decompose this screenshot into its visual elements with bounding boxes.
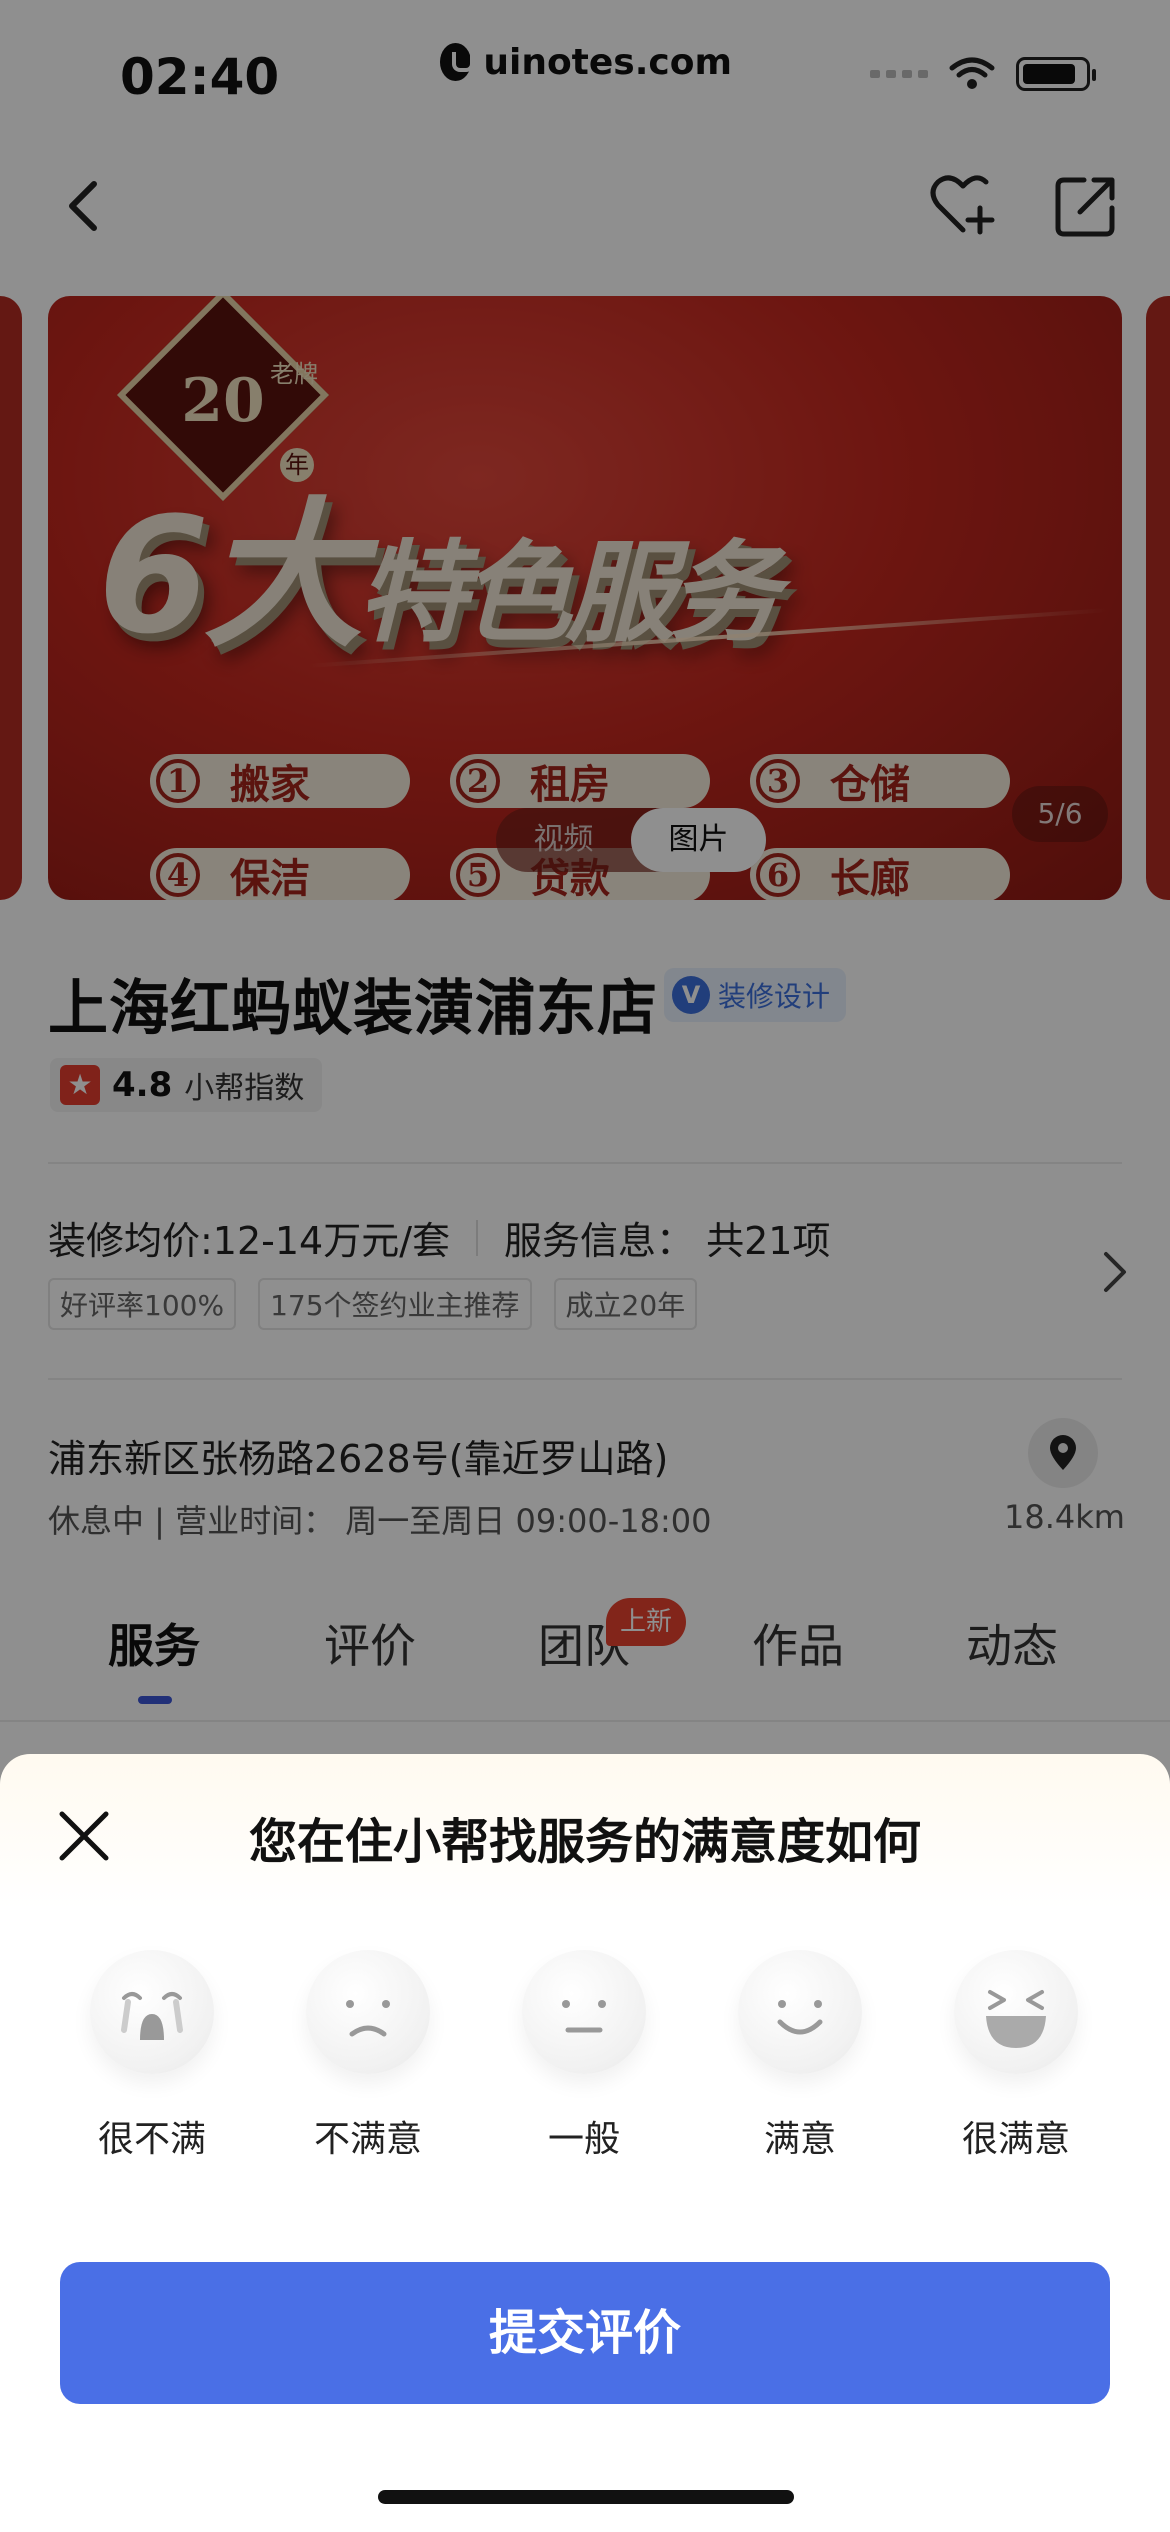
submit-rating-button[interactable]: 提交评价: [60, 2262, 1110, 2404]
neutral-face-icon: [522, 1950, 646, 2074]
frown-face-icon: [306, 1950, 430, 2074]
rating-option-very-dissatisfied[interactable]: 很不满: [52, 1950, 252, 2162]
crying-face-icon: [90, 1950, 214, 2074]
rating-option-neutral[interactable]: 一般: [484, 1950, 684, 2162]
option-label: 满意: [763, 2119, 836, 2160]
option-label: 很不满: [97, 2119, 206, 2160]
option-label: 很满意: [961, 2119, 1070, 2160]
option-label: 不满意: [313, 2119, 422, 2160]
rating-option-satisfied[interactable]: 满意: [700, 1950, 900, 2162]
smile-face-icon: [738, 1950, 862, 2074]
option-label: 一般: [547, 2119, 620, 2160]
laughing-face-icon: [954, 1950, 1078, 2074]
home-indicator[interactable]: [378, 2490, 794, 2504]
satisfaction-options: 很不满 不满意 一般 满意 很满意: [0, 1950, 1170, 2170]
store-detail-page: 02:40 uinotes.com 20 老牌 年 6大特色服务 1 搬家 2 …: [0, 0, 1170, 2532]
rating-option-very-satisfied[interactable]: 很满意: [916, 1950, 1116, 2162]
rating-option-dissatisfied[interactable]: 不满意: [268, 1950, 468, 2162]
sheet-title: 您在住小帮找服务的满意度如何: [248, 1814, 921, 1870]
